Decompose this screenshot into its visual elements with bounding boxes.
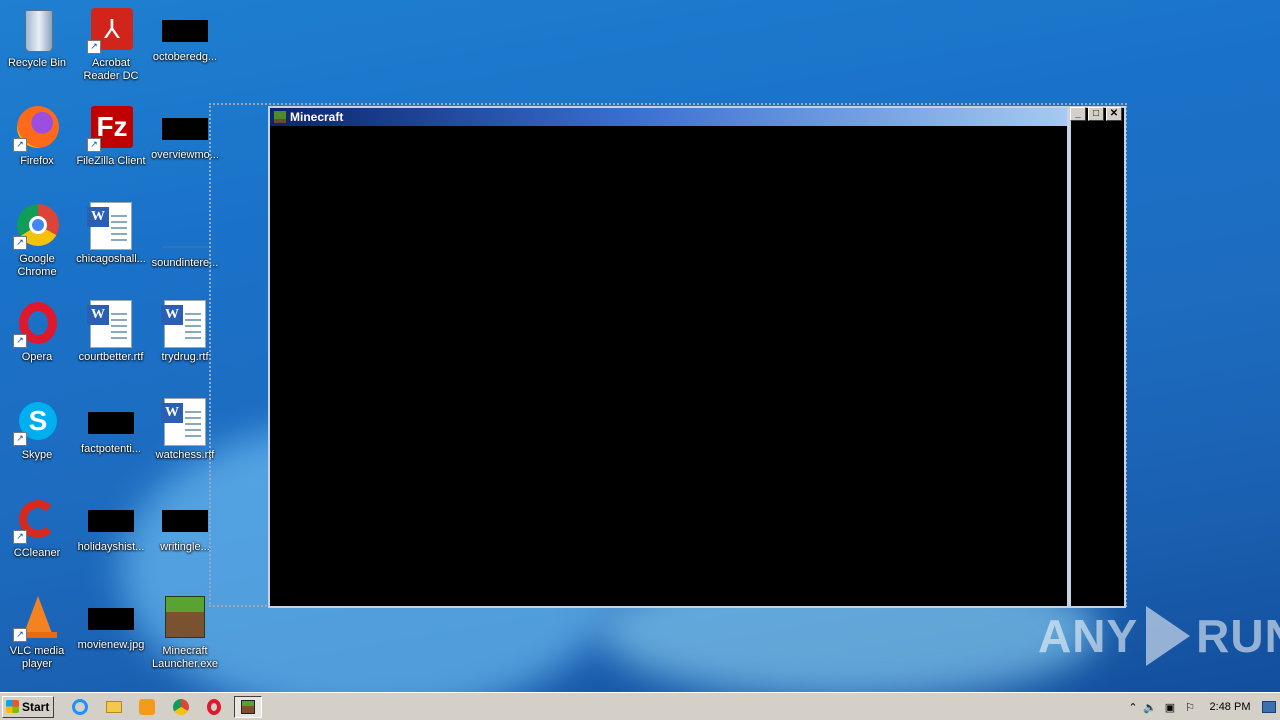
icon-label: factpotenti... [81, 443, 141, 455]
close-button[interactable]: ✕ [1106, 107, 1122, 121]
play-triangle-icon [1146, 606, 1191, 666]
acrobat-icon: ⅄ ↗ [87, 6, 135, 54]
desktop-icon-courtbetter[interactable]: W courtbetter.rtf [74, 300, 148, 364]
file-thumbnail-icon [87, 510, 135, 532]
icon-label: VLC media player [9, 645, 65, 670]
file-thumbnail-icon [87, 412, 135, 434]
icon-label: courtbetter.rtf [78, 351, 144, 363]
desktop-icon-octoberedg[interactable]: octoberedg... [148, 6, 222, 64]
word-document-icon: W [161, 300, 209, 348]
show-desktop-button[interactable] [1262, 701, 1276, 713]
desktop-icon-vlc[interactable]: ↗ VLC media player [0, 594, 74, 671]
anyrun-watermark: ANY RUN [1038, 606, 1280, 666]
file-thumbnail-icon [161, 118, 209, 140]
desktop-icon-chrome[interactable]: ↗ Google Chrome [0, 202, 74, 279]
minimize-button[interactable]: _ [1070, 107, 1086, 121]
window-title: Minecraft [290, 110, 344, 124]
minecraft-app-icon [274, 111, 286, 123]
word-document-icon: W [161, 398, 209, 446]
minecraft-window[interactable]: Minecraft [268, 106, 1069, 608]
desktop-icon-ccleaner[interactable]: ↗ CCleaner [0, 496, 74, 560]
desktop-icon-firefox[interactable]: ↗ Firefox [0, 104, 74, 168]
window-caption-buttons: _ □ ✕ [1070, 107, 1122, 123]
network-icon[interactable]: ▣ [1160, 701, 1180, 714]
firefox-icon: ↗ [13, 104, 61, 152]
icon-label: Acrobat Reader DC [83, 57, 139, 82]
volume-icon[interactable]: 🔈 [1140, 701, 1160, 714]
action-center-flag-icon[interactable]: ⚐ [1180, 701, 1200, 714]
word-document-icon: W [87, 202, 135, 250]
desktop-icon-factpotenti[interactable]: factpotenti... [74, 398, 148, 456]
start-button[interactable]: Start [2, 696, 54, 718]
desktop-icon-acrobat[interactable]: ⅄ ↗ Acrobat Reader DC [74, 6, 148, 83]
minecraft-icon [241, 700, 255, 714]
chrome-icon[interactable] [171, 697, 191, 717]
window-titlebar[interactable]: Minecraft [270, 108, 1067, 126]
icon-label: Recycle Bin [7, 57, 67, 69]
icon-label: chicagoshall... [76, 253, 146, 265]
file-thumbnail-icon [161, 246, 209, 248]
system-tray: ⌃ 🔈 ▣ ⚐ 2:48 PM [1126, 695, 1280, 719]
opera-icon[interactable] [204, 697, 224, 717]
windows-logo-icon [6, 700, 19, 713]
start-label: Start [22, 700, 50, 714]
vlc-cone-icon: ↗ [13, 594, 61, 642]
icon-label: Minecraft Launcher.exe [151, 645, 219, 670]
desktop-icon-recycle-bin[interactable]: Recycle Bin [0, 6, 74, 70]
opera-icon: ↗ [13, 300, 61, 348]
recycle-bin-icon [13, 6, 61, 54]
desktop-icon-skype[interactable]: S ↗ Skype [0, 398, 74, 462]
maximize-button[interactable]: □ [1088, 107, 1104, 121]
show-hidden-icons-icon[interactable]: ⌃ [1126, 701, 1140, 714]
word-document-icon: W [87, 300, 135, 348]
icon-label: octoberedg... [152, 51, 218, 63]
desktop-icon-holidayshist[interactable]: holidayshist... [74, 496, 148, 554]
icon-label: movienew.jpg [77, 639, 145, 651]
desktop-icon-opera[interactable]: ↗ Opera [0, 300, 74, 364]
watermark-right: RUN [1196, 610, 1280, 662]
minecraft-taskbar-button[interactable] [234, 696, 262, 718]
internet-explorer-icon[interactable] [70, 697, 90, 717]
desktop-icon-chicagoshall[interactable]: W chicagoshall... [74, 202, 148, 266]
file-thumbnail-icon [87, 608, 135, 630]
icon-label: Skype [21, 449, 53, 461]
clock[interactable]: 2:48 PM [1200, 701, 1260, 713]
window-side-pane [1069, 106, 1126, 608]
explorer-folder-icon[interactable] [104, 697, 124, 717]
taskbar: Start ⌃ 🔈 ▣ ⚐ 2:48 PM [0, 692, 1280, 720]
desktop-icon-filezilla[interactable]: Fz ↗ FileZilla Client [74, 104, 148, 168]
file-thumbnail-icon [161, 20, 209, 42]
filezilla-icon: Fz ↗ [87, 104, 135, 152]
icon-label: FileZilla Client [76, 155, 146, 167]
watermark-left: ANY [1038, 610, 1139, 662]
chrome-icon: ↗ [13, 202, 61, 250]
desktop: Recycle Bin ↗ Firefox ↗ Google Chrome ↗ … [0, 0, 1280, 692]
ccleaner-icon: ↗ [13, 496, 61, 544]
icon-label: Google Chrome [17, 253, 57, 278]
icon-label: Firefox [20, 155, 54, 167]
file-thumbnail-icon [161, 510, 209, 532]
minecraft-grass-block-icon [161, 594, 209, 642]
icon-label: holidayshist... [77, 541, 145, 553]
desktop-icon-movienew[interactable]: movienew.jpg [74, 594, 148, 652]
icon-label: CCleaner [13, 547, 61, 559]
icon-label: Opera [21, 351, 53, 363]
skype-icon: S ↗ [13, 398, 61, 446]
media-player-icon[interactable] [137, 697, 157, 717]
